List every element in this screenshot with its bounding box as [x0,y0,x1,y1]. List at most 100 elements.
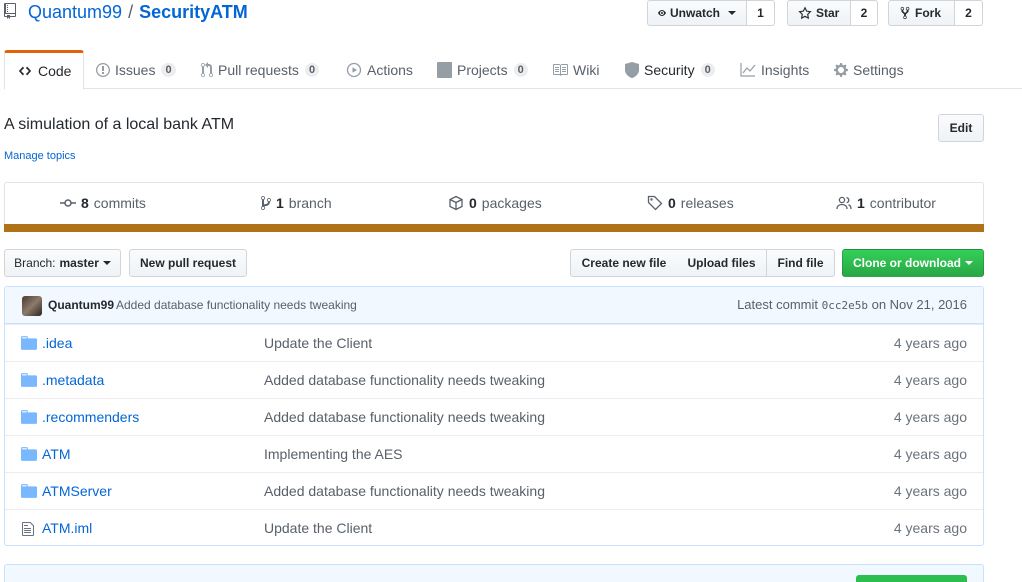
branches-link[interactable]: 1 branch [261,183,332,223]
file-name-link[interactable]: ATM [42,446,71,462]
watch-group: Unwatch 1 [647,0,775,26]
latest-commit-label: Latest commit [737,297,818,312]
table-row: ATM Implementing the AES 4 years ago [5,435,983,472]
table-row: .metadata Added database functionality n… [5,361,983,398]
branch-select-button[interactable]: Branch: master [4,249,121,277]
commit-tease: Quantum99 Added database functionality n… [5,287,983,324]
tab-security-label: Security [644,61,695,78]
play-icon [346,62,362,77]
file-commit-message-link[interactable]: Added database functionality needs tweak… [264,483,545,499]
branch-label: branch [288,195,332,211]
repo-icon [4,3,18,21]
create-new-file-button[interactable]: Create new file [570,249,678,277]
find-file-button[interactable]: Find file [767,249,835,277]
avatar[interactable] [22,296,42,316]
repo-name-link[interactable]: SecurityATM [139,2,248,23]
file-commit-message-link[interactable]: Added database functionality needs tweak… [264,409,545,425]
branch-count: 1 [276,195,284,211]
tab-projects[interactable]: Projects 0 [437,50,528,89]
add-readme-button[interactable] [856,575,967,582]
tab-security[interactable]: Security 0 [625,50,715,89]
tab-pull-requests-label: Pull requests [218,61,299,78]
file-name-link[interactable]: ATMServer [42,483,112,499]
gear-icon [834,62,848,77]
pull-request-icon [201,61,213,77]
folder-icon [21,410,37,424]
file-commit-message-link[interactable]: Implementing the AES [264,446,403,462]
commit-author-link[interactable]: Quantum99 [48,298,114,312]
file-name-link[interactable]: .idea [42,335,72,351]
repo-description: A simulation of a local bank ATM [4,116,235,133]
tab-pull-requests[interactable]: Pull requests 0 [201,50,320,89]
file-icon [22,522,34,536]
commit-message-link[interactable]: Added database functionality needs tweak… [116,298,357,312]
star-icon [798,6,812,20]
file-age: 4 years ago [893,335,967,351]
tab-projects-label: Projects [457,61,508,78]
fork-button[interactable]: Fork [888,0,955,26]
tab-code[interactable]: Code [4,50,85,90]
tab-issues-label: Issues [115,61,156,78]
releases-label: releases [680,195,734,211]
clone-or-download-button[interactable]: Clone or download [842,249,984,277]
file-name-link[interactable]: .recommenders [42,409,139,425]
branch-prefix: Branch: [14,256,56,270]
tab-wiki-label: Wiki [573,61,600,78]
packages-link[interactable]: 0 packages [448,183,542,223]
issues-counter: 0 [161,62,176,77]
new-pull-request-button[interactable]: New pull request [129,249,247,277]
commits-link[interactable]: 8 commits [60,183,146,223]
star-button[interactable]: Star [787,0,851,26]
file-age: 4 years ago [893,446,967,462]
book-icon [553,63,568,76]
star-group: Star 2 [787,0,878,26]
people-icon [836,196,852,210]
tab-actions[interactable]: Actions [346,50,413,89]
file-commit-message-link[interactable]: Update the Client [264,520,372,536]
language-bar[interactable] [4,224,984,232]
table-row: ATMServer Added database functionality n… [5,472,983,509]
edit-button[interactable]: Edit [938,114,984,142]
tab-settings[interactable]: Settings [834,50,904,89]
package-icon [449,195,463,211]
projects-counter: 0 [513,62,528,77]
file-name-link[interactable]: .metadata [42,372,104,388]
fork-icon [900,6,910,20]
tab-code-label: Code [38,63,72,79]
repo-title: Quantum99 / SecurityATM [4,0,248,24]
eye-icon [658,10,666,16]
chevron-down-icon [965,261,973,265]
tab-issues[interactable]: Issues 0 [96,50,176,89]
commit-sha-link[interactable]: 0cc2e5b [822,299,868,312]
fork-group: Fork 2 [888,0,983,26]
packages-label: packages [481,195,542,211]
repo-tabs: Code Issues 0 Pull requests 0 Actions Pr… [4,50,1022,90]
graph-icon [740,62,756,77]
chevron-down-icon [728,11,736,15]
unwatch-button[interactable]: Unwatch [647,0,747,26]
tab-insights[interactable]: Insights [740,50,809,89]
file-name-link[interactable]: ATM.iml [42,520,92,536]
fork-label: Fork [915,6,942,20]
releases-count: 0 [668,195,676,211]
commits-count: 8 [81,195,89,211]
file-commit-message-link[interactable]: Added database functionality needs tweak… [264,372,545,388]
readme-prompt [4,564,984,582]
contributor-count: 1 [857,195,865,211]
upload-files-button[interactable]: Upload files [677,249,767,277]
code-icon [18,66,32,76]
fork-count[interactable]: 2 [955,0,983,26]
releases-link[interactable]: 0 releases [647,183,734,223]
tab-insights-label: Insights [761,61,810,78]
star-count[interactable]: 2 [851,0,878,26]
file-age: 4 years ago [893,483,967,499]
manage-topics-link[interactable]: Manage topics [4,150,76,162]
contributors-link[interactable]: 1 contributor [836,183,936,223]
watch-count[interactable]: 1 [747,0,775,26]
star-label: Star [816,6,840,20]
tab-wiki[interactable]: Wiki [552,50,599,89]
security-counter: 0 [700,62,715,77]
repo-owner-link[interactable]: Quantum99 [28,2,122,23]
table-row: .recommenders Added database functionali… [5,398,983,435]
file-commit-message-link[interactable]: Update the Client [264,335,372,351]
